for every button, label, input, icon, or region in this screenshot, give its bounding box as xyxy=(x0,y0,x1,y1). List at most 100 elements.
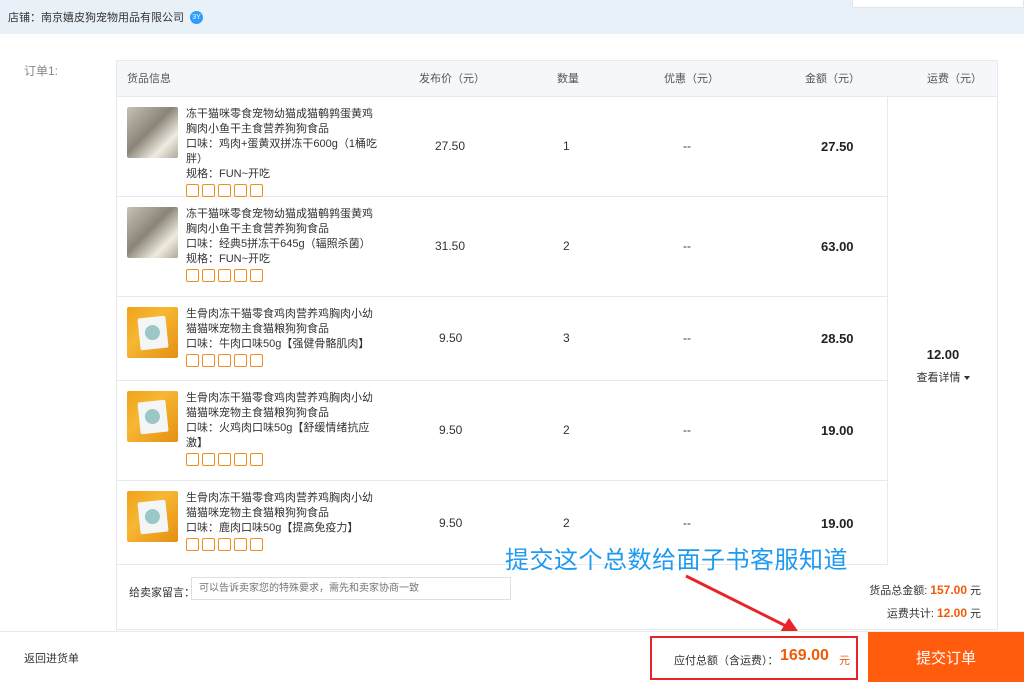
checkout-footer: 返回进货单 应付总额（含运费）： 169.00 元 提交订单 xyxy=(0,631,1024,682)
service-icon xyxy=(186,354,199,367)
header-shipping: 运费（元） xyxy=(927,73,982,85)
product-spec: 口味：鸡肉+蛋黄双拼冻干600g（1桶吃胖） xyxy=(186,138,378,165)
table-row: 冻干猫咪零食宠物幼猫成猫鹌鹑蛋黄鸡胸肉小鱼干主食营养狗狗食品 口味：鸡肉+蛋黄双… xyxy=(117,97,887,197)
goods-total-label: 货品总金额: xyxy=(869,585,928,597)
item-price: 27.50 xyxy=(435,139,466,153)
service-icon xyxy=(186,269,199,282)
shop-label: 店铺： xyxy=(8,12,41,24)
service-icons xyxy=(186,538,381,551)
service-icon xyxy=(202,184,215,197)
shipping-detail-label[interactable]: 查看详情 xyxy=(917,372,961,384)
service-icon xyxy=(202,538,215,551)
product-thumbnail[interactable] xyxy=(127,207,178,258)
shipping-detail-link[interactable]: 查看详情 xyxy=(888,369,998,385)
item-price: 9.50 xyxy=(439,516,463,530)
service-icon xyxy=(218,453,231,466)
product-info: 冻干猫咪零食宠物幼猫成猫鹌鹑蛋黄鸡胸肉小鱼干主食营养狗狗食品 口味：鸡肉+蛋黄双… xyxy=(186,107,381,197)
item-qty: 2 xyxy=(563,423,570,437)
service-icon xyxy=(250,269,263,282)
service-icon xyxy=(202,453,215,466)
service-icon xyxy=(234,453,247,466)
product-spec: 口味：火鸡肉口味50g【舒缓情绪抗应激】 xyxy=(186,422,370,449)
service-icon xyxy=(218,538,231,551)
service-icons xyxy=(186,453,381,466)
service-icon xyxy=(250,453,263,466)
service-icon xyxy=(218,354,231,367)
service-icon xyxy=(186,184,199,197)
shipping-total-value: 12.00 xyxy=(936,606,967,620)
service-icon xyxy=(234,269,247,282)
product-thumbnail[interactable] xyxy=(127,307,178,358)
product-spec: 口味：鹿肉口味50g【提高免疫力】 xyxy=(186,522,359,534)
product-thumbnail[interactable] xyxy=(127,107,178,158)
shipping-total-line: 运费共计: 12.00 元 xyxy=(887,605,981,621)
header-qty: 数量 xyxy=(557,73,579,85)
product-title[interactable]: 生骨肉冻干猫零食鸡肉营养鸡胸肉小幼猫猫咪宠物主食猫粮狗狗食品 xyxy=(186,491,381,521)
product-title[interactable]: 生骨肉冻干猫零食鸡肉营养鸡胸肉小幼猫猫咪宠物主食猫粮狗狗食品 xyxy=(186,307,381,337)
item-amount: 19.00 xyxy=(821,516,854,531)
caret-down-icon[interactable] xyxy=(963,376,970,381)
remark-input[interactable] xyxy=(191,577,511,600)
item-discount: -- xyxy=(683,139,691,153)
item-amount: 28.50 xyxy=(821,331,854,346)
product-title[interactable]: 生骨肉冻干猫零食鸡肉营养鸡胸肉小幼猫猫咪宠物主食猫粮狗狗食品 xyxy=(186,391,381,421)
item-discount: -- xyxy=(683,239,691,253)
header-goods: 货品信息 xyxy=(127,73,171,85)
product-spec: 口味：经典5拼冻干645g（辐照杀菌） xyxy=(186,238,371,250)
total-unit: 元 xyxy=(839,655,850,667)
total-highlight-box: 应付总额（含运费）： 169.00 元 xyxy=(650,636,858,680)
item-discount: -- xyxy=(683,516,691,530)
service-icons xyxy=(186,184,381,197)
item-price: 9.50 xyxy=(439,331,463,345)
item-amount: 63.00 xyxy=(821,239,854,254)
shop-bar: 店铺： 南京嬉皮狗宠物用品有限公司 3Y xyxy=(0,0,1024,34)
shop-badge-icon: 3Y xyxy=(190,10,203,24)
service-icon xyxy=(186,453,199,466)
order-label: 订单1: xyxy=(24,64,59,78)
table-row: 生骨肉冻干猫零食鸡肉营养鸡胸肉小幼猫猫咪宠物主食猫粮狗狗食品 口味：火鸡肉口味5… xyxy=(117,381,887,481)
service-icon xyxy=(234,354,247,367)
annotation-text: 提交这个总数给面子书客服知道 xyxy=(505,547,848,574)
item-price: 31.50 xyxy=(435,239,466,253)
product-spec: 口味：牛肉口味50g【强健骨骼肌肉】 xyxy=(186,338,370,350)
product-thumbnail[interactable] xyxy=(127,491,178,542)
service-icon xyxy=(234,538,247,551)
item-qty: 1 xyxy=(563,139,570,153)
submit-order-button[interactable]: 提交订单 xyxy=(868,632,1024,682)
service-icons xyxy=(186,354,381,367)
total-label: 应付总额（含运费）： xyxy=(674,655,779,667)
header-discount: 优惠（元） xyxy=(664,73,719,85)
product-thumbnail[interactable] xyxy=(127,391,178,442)
top-right-panel xyxy=(852,0,1024,8)
service-icon xyxy=(186,538,199,551)
goods-total-unit: 元 xyxy=(970,585,981,597)
service-icons xyxy=(186,269,381,282)
item-qty: 2 xyxy=(563,239,570,253)
table-row: 生骨肉冻干猫零食鸡肉营养鸡胸肉小幼猫猫咪宠物主食猫粮狗狗食品 口味：牛肉口味50… xyxy=(117,297,887,381)
goods-total-value: 157.00 xyxy=(930,583,967,597)
product-info: 生骨肉冻干猫零食鸡肉营养鸡胸肉小幼猫猫咪宠物主食猫粮狗狗食品 口味：鹿肉口味50… xyxy=(186,491,381,551)
header-amount: 金额（元） xyxy=(805,73,860,85)
header-price: 发布价（元） xyxy=(419,73,485,85)
service-icon xyxy=(218,269,231,282)
product-title[interactable]: 冻干猫咪零食宠物幼猫成猫鹌鹑蛋黄鸡胸肉小鱼干主食营养狗狗食品 xyxy=(186,107,381,137)
product-title[interactable]: 冻干猫咪零食宠物幼猫成猫鹌鹑蛋黄鸡胸肉小鱼干主食营养狗狗食品 xyxy=(186,207,381,237)
table-row: 冻干猫咪零食宠物幼猫成猫鹌鹑蛋黄鸡胸肉小鱼干主食营养狗狗食品 口味：经典5拼冻干… xyxy=(117,197,887,297)
item-qty: 2 xyxy=(563,516,570,530)
product-info: 冻干猫咪零食宠物幼猫成猫鹌鹑蛋黄鸡胸肉小鱼干主食营养狗狗食品 口味：经典5拼冻干… xyxy=(186,207,381,282)
item-amount: 19.00 xyxy=(821,423,854,438)
service-icon xyxy=(250,184,263,197)
remark-label: 给卖家留言： xyxy=(129,587,195,599)
product-info: 生骨肉冻干猫零食鸡肉营养鸡胸肉小幼猫猫咪宠物主食猫粮狗狗食品 口味：牛肉口味50… xyxy=(186,307,381,367)
service-icon xyxy=(250,354,263,367)
shop-name[interactable]: 南京嬉皮狗宠物用品有限公司 xyxy=(41,9,184,25)
service-icon xyxy=(202,269,215,282)
item-qty: 3 xyxy=(563,331,570,345)
total-value: 169.00 xyxy=(780,647,829,664)
shipping-total-label: 运费共计: xyxy=(886,608,934,620)
back-to-cart-link[interactable]: 返回进货单 xyxy=(24,650,79,666)
shipping-value: 12.00 xyxy=(926,347,960,362)
shipping-column: 12.00 查看详情 xyxy=(887,97,997,565)
goods-total-line: 货品总金额: 157.00 元 xyxy=(869,582,981,598)
service-icon xyxy=(234,184,247,197)
